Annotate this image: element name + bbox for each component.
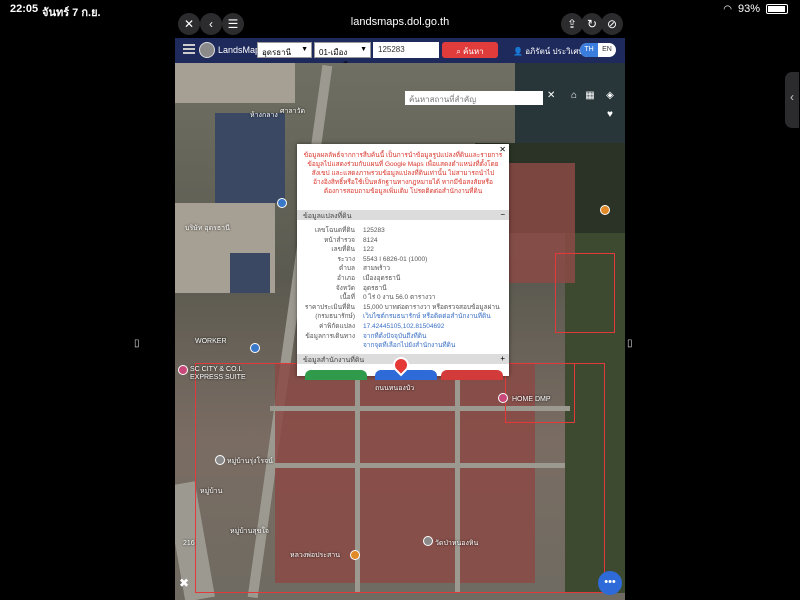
detail-row: ระวาง 5543 I 6826-01 (1000)	[337, 255, 428, 263]
clear-search-icon[interactable]: ✕	[547, 90, 555, 101]
poi-marker[interactable]	[600, 205, 610, 215]
parcel-info-popup: ✕ ข้อมูลผลลัพธ์จากการสืบค้นนี้ เป็นการนำ…	[297, 144, 509, 380]
detail-row: (กรมธนารักษ์) เว็บไซต์กรมธนารักษ์ หรือติด…	[297, 312, 509, 322]
detail-row: จังหวัด อุดรธานี	[335, 284, 387, 292]
left-panel-icon[interactable]: ▯	[134, 338, 146, 350]
landsmaps-app: LandsMaps อุดรธานี▼ 01-เมืองอุดรธานี▼ 12…	[175, 38, 625, 600]
map-parcel-boundary	[555, 253, 615, 333]
map-solar-roof	[230, 253, 270, 293]
bookmark-icon[interactable]: ☰	[222, 13, 244, 35]
detail-row: เลขที่ดิน 122	[331, 246, 374, 254]
collapse-icon[interactable]: −	[500, 210, 505, 219]
map-label: ถนนหนองบัว	[375, 385, 415, 392]
treasury-link[interactable]: เว็บไซต์กรมธนารักษ์ หรือติดต่อสำนักงานที…	[359, 312, 509, 322]
coordinates-link[interactable]: 17.42445105,102.81504692	[359, 322, 509, 332]
compass-icon[interactable]: ⊘	[601, 13, 623, 35]
status-date: จันทร์ 7 ก.ย.	[42, 7, 101, 19]
expand-icon[interactable]: +	[500, 354, 505, 363]
office-directions-link[interactable]: จากจุดที่เลือกไปยังสำนักงานที่ดิน	[359, 341, 509, 351]
more-icon[interactable]: •••	[598, 571, 622, 595]
detail-row: ตำบล สามพร้าว	[339, 265, 390, 273]
map-label: SC CITY & CO.L	[190, 366, 243, 373]
url-field[interactable]: landsmaps.dol.go.th	[335, 16, 465, 28]
poi-marker[interactable]	[498, 393, 508, 403]
parcel-number-input[interactable]: 125283	[373, 42, 439, 58]
map-label: ศาลาวัด	[280, 108, 306, 115]
heart-icon[interactable]: ♥	[603, 109, 617, 123]
map-label: หลวงพ่อประสาน	[290, 552, 341, 559]
home-icon[interactable]: ⌂	[567, 90, 581, 104]
map-label: HOME DMP	[512, 396, 551, 403]
share-icon[interactable]: ⇪	[561, 13, 583, 35]
poi-marker[interactable]	[423, 536, 433, 546]
map-label: หมู่บ้านรุ่งโรจน์	[227, 458, 273, 465]
back-icon[interactable]: ‹	[200, 13, 222, 35]
detail-row: เลขโฉนดที่ดิน 125283	[314, 227, 385, 234]
sidebar-handle[interactable]: ‹	[785, 72, 799, 128]
right-panel-icon[interactable]: ▯	[627, 338, 639, 350]
language-toggle[interactable]: TH EN	[580, 43, 616, 57]
detail-row: ราคาประเมินที่ดิน 15,000 บาทต่อตารางวา หร…	[304, 303, 500, 311]
map-label: หมู่บ้านสุขใจ	[230, 528, 269, 535]
browser-toolbar: ✕ ‹ ☰ landsmaps.dol.go.th ⇪ ↻ ⊘	[175, 10, 625, 38]
directions-link[interactable]: จากที่ตั้งปัจจุบันถึงที่ดิน	[359, 332, 509, 342]
province-select[interactable]: อุดรธานี ▼	[257, 42, 312, 58]
map-building	[175, 63, 295, 103]
parcel-detail-list: เลขโฉนดที่ดิน 125283 หน้าสำรวจ 8124 เลขที่…	[297, 226, 509, 351]
map-label: วัดป่าหนองหิน	[435, 540, 479, 547]
user-icon: 👤	[513, 47, 523, 56]
app-logo	[199, 42, 215, 58]
app-topbar: LandsMaps อุดรธานี▼ 01-เมืองอุดรธานี▼ 12…	[175, 38, 625, 70]
status-time: 22:05	[10, 3, 39, 15]
detail-row: หน้าสำรวจ 8124	[324, 236, 378, 244]
map-label: บริษัท อุดรธานี	[185, 225, 230, 232]
detail-row: เนื้อที่ 0 ไร่ 0 งาน 56.0 ตารางวา	[340, 294, 436, 302]
chevron-down-icon: ▼	[360, 46, 367, 53]
detail-row: จากจุดที่เลือกไปยังสำนักงานที่ดิน	[297, 341, 509, 351]
map-label: 216	[183, 540, 195, 547]
tools-icon[interactable]: ✖	[179, 576, 197, 594]
poi-marker[interactable]	[250, 343, 260, 353]
action-button[interactable]	[375, 370, 437, 380]
disclaimer-text: ข้อมูลผลลัพธ์จากการสืบค้นนี้ เป็นการนำข้…	[303, 152, 503, 195]
close-icon[interactable]: ✕	[178, 13, 200, 35]
battery-icon	[766, 4, 788, 14]
search-button[interactable]: ⌕ ค้นหา	[442, 42, 498, 58]
map-label: หมู่บ้าน	[200, 488, 223, 495]
lang-th-option[interactable]: TH	[580, 43, 598, 57]
district-select[interactable]: 01-เมืองอุดรธานี▼	[314, 42, 371, 70]
section-header-parcel[interactable]: ข้อมูลแปลงที่ดิน −	[297, 210, 509, 220]
map-canvas[interactable]: WORKER ห้างกลาง บริษัท อุดรธานี SC CITY …	[175, 63, 625, 600]
poi-marker[interactable]	[350, 550, 360, 560]
place-search-input[interactable]: ค้นหาสถานที่สำคัญ	[405, 91, 543, 105]
user-menu[interactable]: 👤 อภิรัตน์ ประวิเศษ ▾	[513, 45, 590, 58]
map-label: ห้างกลาง	[250, 112, 278, 119]
detail-row: อำเภอ เมืองอุดรธานี	[337, 274, 401, 282]
map-label: WORKER	[195, 338, 227, 345]
menu-icon[interactable]	[183, 44, 195, 54]
battery-percent: 93%	[737, 3, 760, 15]
grid-icon[interactable]: ▦	[583, 90, 597, 104]
wifi-icon: ◠	[723, 3, 732, 15]
lang-en-option[interactable]: EN	[598, 43, 616, 57]
map-parcel-boundary	[505, 363, 575, 423]
poi-marker[interactable]	[215, 455, 225, 465]
detail-row: ค่าพิกัดแปลง 17.42445105,102.81504692	[297, 322, 509, 332]
poi-marker[interactable]	[277, 198, 287, 208]
layers-icon[interactable]: ◈	[603, 90, 617, 104]
map-solar-roof	[215, 113, 285, 203]
chevron-down-icon: ▼	[301, 46, 308, 53]
detail-row: ข้อมูลการเดินทาง จากที่ตั้งปัจจุบันถึงที่…	[297, 332, 509, 342]
action-button[interactable]	[441, 370, 503, 380]
map-label: EXPRESS SUITE	[190, 374, 246, 381]
reload-icon[interactable]: ↻	[581, 13, 603, 35]
poi-marker[interactable]	[178, 365, 188, 375]
action-button[interactable]	[305, 370, 367, 380]
